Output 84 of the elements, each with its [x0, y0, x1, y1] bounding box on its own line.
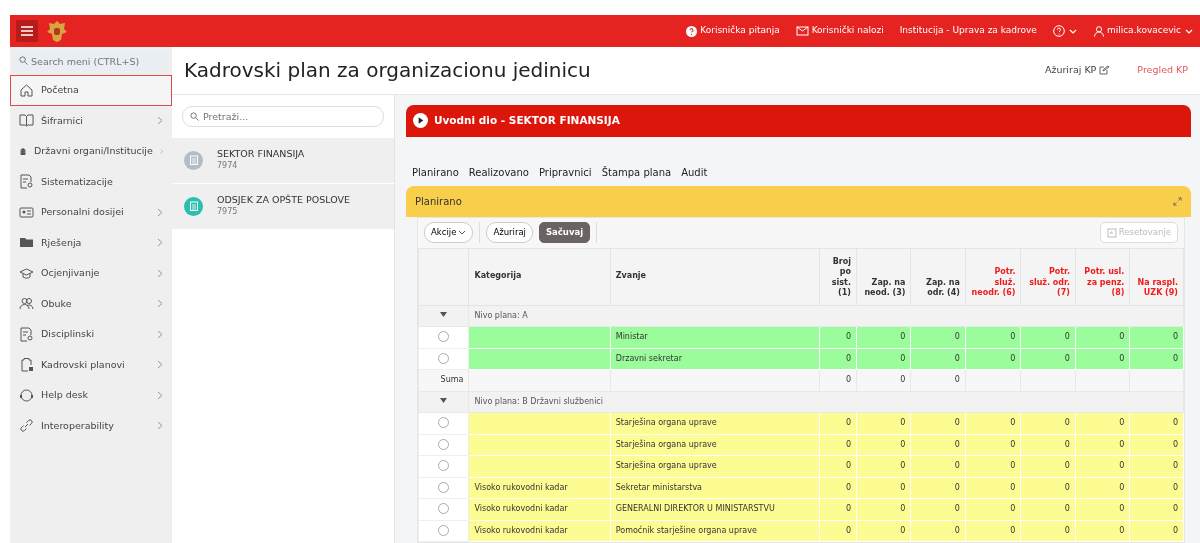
expand-icon[interactable]: [1173, 196, 1182, 206]
help-menu[interactable]: [1052, 25, 1078, 37]
home-icon: [19, 82, 34, 98]
headset-icon: [19, 387, 34, 403]
document-icon: [19, 174, 34, 190]
edit-icon: [1099, 65, 1110, 76]
panel-title: Planirano: [415, 194, 463, 209]
sidebar-item[interactable]: Početna: [10, 75, 172, 106]
table-cell: GENERALNI DIREKTOR U MINISTARSTVU: [610, 498, 820, 520]
sidebar-item[interactable]: Interoperability: [10, 410, 172, 441]
tab[interactable]: Pripravnici: [538, 164, 592, 180]
sidebar-item[interactable]: Disciplinski: [10, 319, 172, 350]
group-label: Nivo plana: B Državni službenici: [468, 391, 1184, 413]
unit-item[interactable]: SEKTOR FINANSIJA 7974: [172, 137, 394, 184]
user-menu[interactable]: milica.kovacevic: [1093, 24, 1194, 38]
column-header: Potr. usl. za penz. (8): [1075, 248, 1130, 305]
sidebar-item[interactable]: Državni organi/Institucije: [10, 136, 172, 167]
search-icon: [190, 111, 199, 121]
topbar-link[interactable]: Korisnički nalozi: [795, 24, 884, 38]
column-header: Zap. na odr. (4): [910, 248, 966, 305]
column-header: Broj po sist. (1): [819, 248, 857, 305]
unit-code: 7974: [217, 159, 239, 172]
search-icon: [19, 56, 28, 65]
sidebar-item[interactable]: Personalni dosijei: [10, 197, 172, 228]
header-link[interactable]: Ažuriraj KP: [1044, 63, 1110, 78]
sidebar-item[interactable]: Help desk: [10, 380, 172, 411]
header-link[interactable]: Pregled KP: [1137, 63, 1188, 78]
clipboard-icon: [19, 357, 34, 373]
user-icon: [1093, 25, 1104, 37]
unit-item[interactable]: ODSJEK ZA OPŠTE POSLOVE 7975: [172, 183, 394, 230]
document-icon: [19, 326, 34, 342]
table-cell: Starješina organa uprave: [610, 434, 820, 456]
reset-icon: [1106, 227, 1117, 238]
graduation-cap-icon: [19, 265, 34, 281]
group-label: Nivo plana: A: [468, 305, 1184, 327]
search-field[interactable]: Search meni (CTRL+S): [14, 51, 168, 71]
sidebar-item[interactable]: Rješenja: [10, 227, 172, 258]
topbar-link[interactable]: Korisnička pitanja: [686, 24, 780, 38]
column-header: Potr. služ. odr. (7): [1020, 248, 1076, 305]
column-header: Potr. služ. neodr. (6): [965, 248, 1021, 305]
id-card-icon: [19, 204, 34, 220]
toolbar-button[interactable]: Ažuriraj: [486, 222, 533, 243]
column-header: Zap. na neod. (3): [856, 248, 911, 305]
sidebar-item[interactable]: Šifrarnici: [10, 105, 172, 136]
column-header: Kategorija: [468, 248, 611, 305]
table-cell: Drzavni sekretar: [610, 348, 820, 370]
tab[interactable]: Štampa plana: [601, 164, 672, 180]
tab[interactable]: Planirano: [412, 164, 459, 180]
sum-label: Suma: [418, 369, 469, 391]
coat-of-arms-icon: [46, 19, 68, 43]
toolbar-button[interactable]: Sačuvaj: [538, 222, 591, 243]
topbar-link[interactable]: Institucija - Uprava za kadrove: [899, 24, 1037, 38]
menu-button[interactable]: [16, 20, 38, 42]
collapse-icon[interactable]: [440, 312, 448, 319]
sidebar-item[interactable]: Sistematizacije: [10, 166, 172, 197]
collapse-icon[interactable]: [440, 398, 448, 405]
mail-icon: [795, 25, 809, 37]
page-title: Kadrovski plan za organizacionu jedinicu: [184, 58, 592, 83]
unit-code: 7975: [217, 205, 239, 218]
column-header: Zvanje: [610, 248, 820, 305]
table-cell: Starješina organa uprave: [610, 455, 820, 477]
question-icon: [686, 25, 698, 37]
table-cell: Pomoćnik starješine organa uprave: [610, 520, 820, 542]
chevron-icon: [458, 229, 467, 236]
sidebar-item[interactable]: Ocjenjivanje: [10, 258, 172, 289]
menu-icon: [21, 26, 33, 36]
help-icon: [1052, 25, 1065, 37]
unit-name: SEKTOR FINANSIJA: [217, 148, 305, 160]
table-cell: Ministar: [610, 326, 820, 348]
sidebar-item[interactable]: Obuke: [10, 288, 172, 319]
link-icon: [19, 418, 34, 434]
tab[interactable]: Realizovano: [468, 164, 529, 180]
sidebar-item[interactable]: Kadrovski planovi: [10, 349, 172, 380]
table-cell: Sekretar ministarstva: [610, 477, 820, 499]
search-field[interactable]: Pretraži...: [182, 105, 384, 127]
column-header: Na raspl. UZK (9): [1129, 248, 1184, 305]
book-icon: [19, 113, 34, 129]
dropdown-button[interactable]: Akcije: [424, 222, 474, 243]
table-cell: Starješina organa uprave: [610, 412, 820, 434]
section-title: Uvodni dio - SEKTOR FINANSIJA: [434, 112, 620, 128]
unit-name: ODSJEK ZA OPŠTE POSLOVE: [217, 194, 350, 206]
people-icon: [19, 296, 34, 312]
play-icon: [413, 113, 428, 128]
tab[interactable]: Audit: [681, 164, 708, 180]
